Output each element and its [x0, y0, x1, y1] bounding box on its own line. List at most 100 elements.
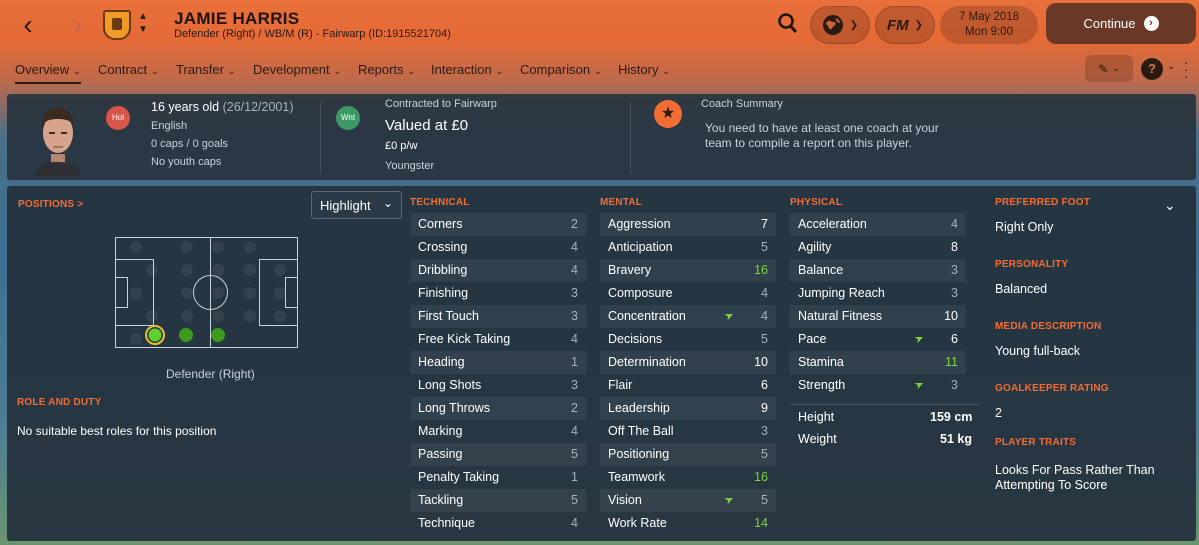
chevron-down-icon: ❯ [849, 19, 859, 31]
attribute-row[interactable]: Anticipation 5 [600, 236, 776, 259]
back-button[interactable]: ‹ [10, 8, 46, 42]
preferred-foot-title: PREFERRED FOOT [995, 197, 1091, 208]
attribute-name: Teamwork [608, 470, 665, 484]
attribute-value: 4 [571, 240, 578, 254]
tab-interaction[interactable]: Interaction ⌄ [431, 62, 503, 77]
attribute-row[interactable]: Pace ➤ 6 [790, 328, 966, 351]
tab-development[interactable]: Development ⌄ [253, 62, 341, 77]
attribute-name: Natural Fitness [798, 309, 883, 323]
attribute-row[interactable]: Bravery 16 [600, 259, 776, 282]
attribute-row[interactable]: Decisions 5 [600, 328, 776, 351]
technical-title: TECHNICAL [410, 197, 470, 208]
more-options-icon[interactable]: · · · [1184, 55, 1189, 83]
date-display[interactable]: 7 May 2018 Mon 9:00 [940, 6, 1038, 44]
attribute-row[interactable]: Balance 3 [790, 259, 966, 282]
help-icon[interactable]: ? [1141, 58, 1163, 80]
attribute-row[interactable]: Agility 8 [790, 236, 966, 259]
highlight-dropdown[interactable]: Highlight ⌄ [311, 191, 402, 219]
attribute-name: Finishing [418, 286, 469, 300]
attribute-row[interactable]: Composure 4 [600, 282, 776, 305]
preferred-foot: Right Only [995, 220, 1054, 234]
attribute-name: Acceleration [798, 217, 867, 231]
player-traits-title: PLAYER TRAITS [995, 437, 1077, 448]
caps: 0 caps / 0 goals [151, 138, 229, 150]
attribute-name: Balance [798, 263, 844, 277]
tab-comparison[interactable]: Comparison ⌄ [520, 62, 602, 77]
attribute-name: Heading [418, 355, 465, 369]
attribute-row[interactable]: Crossing 4 [410, 236, 586, 259]
player-switch-icon[interactable]: ▲ ▼ [136, 10, 150, 36]
attribute-row[interactable]: Flair 6 [600, 374, 776, 397]
attribute-row[interactable]: Positioning 5 [600, 443, 776, 466]
attribute-row[interactable]: Leadership 9 [600, 397, 776, 420]
continue-button[interactable]: Continue › [1046, 3, 1196, 44]
continue-label: Continue [1083, 16, 1136, 31]
player-subtitle: Defender (Right) / WB/M (R) - Fairwarp (… [174, 28, 451, 40]
fm-menu-button[interactable]: FM ❯ [875, 6, 935, 44]
attribute-name: Composure [608, 286, 673, 300]
attribute-row[interactable]: Passing 5 [410, 443, 586, 466]
club-crest-icon[interactable] [103, 10, 131, 40]
attribute-value: 4 [571, 332, 578, 346]
attribute-row[interactable]: Jumping Reach 3 [790, 282, 966, 305]
role-duty-text: No suitable best roles for this position [17, 424, 217, 438]
attribute-value: 5 [761, 493, 768, 507]
attribute-row[interactable]: Corners 2 [410, 213, 586, 236]
search-icon[interactable] [777, 12, 799, 36]
attribute-value: 10 [754, 355, 768, 369]
edit-tools-button[interactable]: ✎ ⌄ [1085, 55, 1133, 82]
attribute-row[interactable]: Stamina 11 [790, 351, 966, 374]
attribute-row[interactable]: Dribbling 4 [410, 259, 586, 282]
attribute-name: First Touch [418, 309, 479, 323]
goalkeeper-rating: 2 [995, 406, 1002, 420]
player-name: JAMIE HARRIS [174, 9, 300, 28]
attribute-row[interactable]: Technique 4 [410, 512, 586, 535]
attribute-row[interactable]: Off The Ball 3 [600, 420, 776, 443]
attribute-name: Long Throws [418, 401, 491, 415]
world-button[interactable]: ❯ [810, 6, 870, 44]
attribute-row[interactable]: Teamwork 16 [600, 466, 776, 489]
divider [630, 102, 631, 174]
attribute-row[interactable]: Free Kick Taking 4 [410, 328, 586, 351]
divider [790, 404, 980, 405]
attribute-row[interactable]: Marking 4 [410, 420, 586, 443]
chevron-down-icon[interactable]: ⌄ [1167, 61, 1175, 72]
tab-history[interactable]: History ⌄ [618, 62, 670, 77]
positions-link[interactable]: POSITIONS > [18, 199, 83, 210]
player-value: Valued at £0 [385, 117, 469, 134]
attribute-row[interactable]: Vision ➤ 5 [600, 489, 776, 512]
trend-arrow-icon: ➤ [722, 492, 736, 508]
nationality: English [151, 120, 188, 132]
attribute-name: Stamina [798, 355, 844, 369]
attribute-name: Aggression [608, 217, 671, 231]
attribute-row[interactable]: Penalty Taking 1 [410, 466, 586, 489]
attribute-row[interactable]: Aggression 7 [600, 213, 776, 236]
forward-button[interactable]: › [60, 8, 96, 42]
attribute-value: 3 [951, 286, 958, 300]
chevron-down-icon[interactable]: ⌄ [1164, 197, 1176, 214]
attribute-row[interactable]: Heading 1 [410, 351, 586, 374]
tab-transfer[interactable]: Transfer ⌄ [176, 62, 235, 77]
attribute-row[interactable]: Acceleration 4 [790, 213, 966, 236]
attribute-row[interactable]: Natural Fitness 10 [790, 305, 966, 328]
physical-attributes: Acceleration 4 Agility 8 Balance 3 Jumping Rea… [790, 213, 966, 397]
attribute-row[interactable]: Strength ➤ 3 [790, 374, 966, 397]
attribute-name: Jumping Reach [798, 286, 885, 300]
attribute-name: Concentration [608, 309, 686, 323]
attribute-row[interactable]: Concentration ➤ 4 [600, 305, 776, 328]
attribute-row[interactable]: Determination 10 [600, 351, 776, 374]
tab-overview[interactable]: Overview ⌄ [15, 62, 81, 84]
attribute-row[interactable]: First Touch 3 [410, 305, 586, 328]
attribute-row[interactable]: Long Throws 2 [410, 397, 586, 420]
attribute-row[interactable]: Long Shots 3 [410, 374, 586, 397]
tab-reports[interactable]: Reports ⌄ [358, 62, 415, 77]
attribute-row[interactable]: Finishing 3 [410, 282, 586, 305]
attribute-value: 8 [951, 240, 958, 254]
contract-status: Youngster [385, 160, 435, 172]
attribute-row[interactable]: Work Rate 14 [600, 512, 776, 535]
trend-arrow-icon: ➤ [912, 377, 926, 393]
attribute-value: 5 [761, 447, 768, 461]
player-age: 16 years old (26/12/2001) [151, 100, 294, 114]
tab-contract[interactable]: Contract ⌄ [98, 62, 159, 77]
attribute-row[interactable]: Tackling 5 [410, 489, 586, 512]
